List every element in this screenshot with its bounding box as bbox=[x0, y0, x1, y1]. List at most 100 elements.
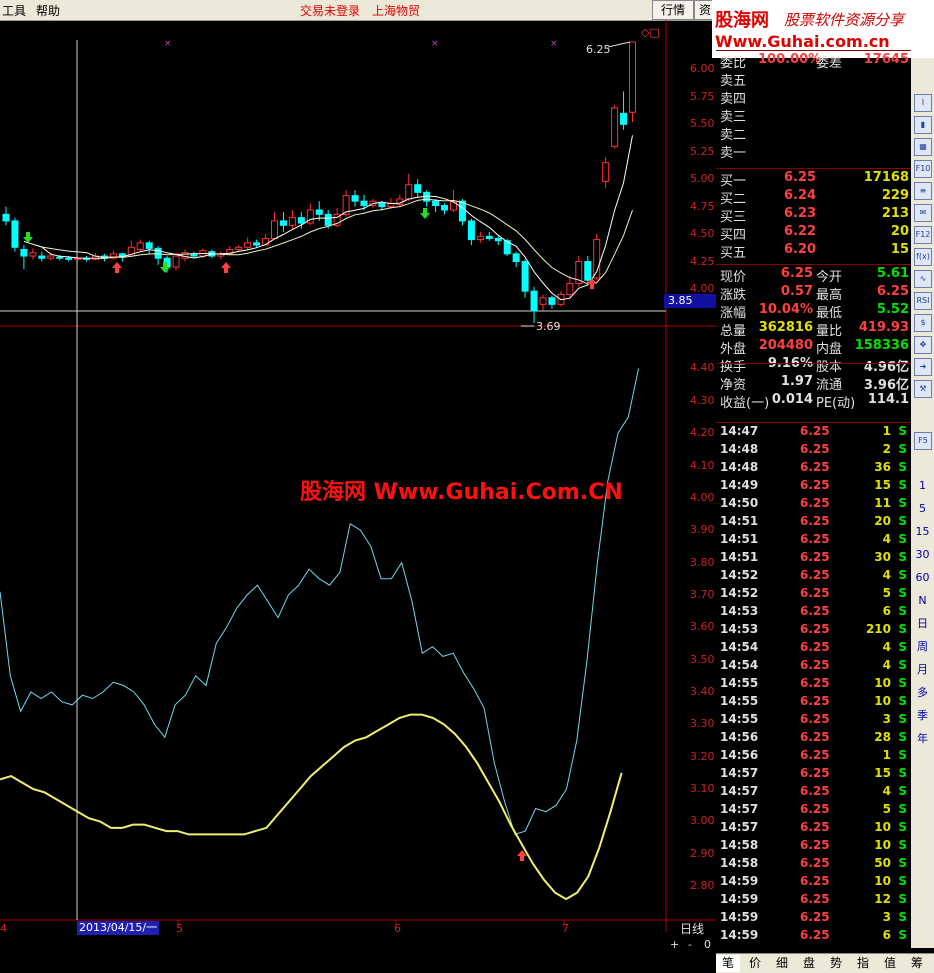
f12-icon[interactable]: F12 bbox=[914, 226, 932, 244]
candle[interactable] bbox=[405, 173, 413, 202]
menu-tools[interactable]: 工具 bbox=[2, 2, 26, 19]
stat-value: 6.25 bbox=[780, 266, 813, 281]
formula-icon[interactable]: f(x) bbox=[914, 248, 932, 266]
tick-volume: 3 bbox=[882, 712, 891, 726]
bottom-tab[interactable]: 细 bbox=[770, 955, 794, 972]
tick-time: 14:58 bbox=[720, 838, 759, 852]
bar-chart-icon[interactable]: ▦ bbox=[914, 138, 932, 156]
candle[interactable] bbox=[145, 240, 153, 254]
buy-arrow-icon bbox=[112, 262, 122, 273]
candle[interactable] bbox=[20, 245, 28, 270]
candle[interactable] bbox=[476, 231, 484, 243]
period-button[interactable]: 周 bbox=[911, 637, 934, 657]
candle[interactable] bbox=[11, 217, 19, 252]
period-button[interactable]: N bbox=[911, 591, 934, 611]
zoom-out-button[interactable]: - bbox=[688, 938, 692, 951]
tick-time: 14:56 bbox=[720, 730, 759, 744]
wave-icon[interactable]: ∿ bbox=[914, 270, 932, 288]
candle[interactable] bbox=[244, 237, 252, 250]
bottom-tab[interactable]: 指 bbox=[851, 955, 875, 972]
login-status[interactable]: 交易未登录 bbox=[300, 2, 360, 19]
f5-button[interactable]: F5 bbox=[914, 432, 932, 450]
reset-button[interactable]: 0 bbox=[704, 938, 711, 951]
candle-icon[interactable]: ▮ bbox=[914, 116, 932, 134]
candle[interactable] bbox=[181, 249, 189, 262]
candle[interactable] bbox=[38, 251, 46, 262]
bottom-tab[interactable]: 势 bbox=[824, 955, 848, 972]
candle[interactable] bbox=[271, 212, 278, 240]
period-button[interactable]: 多 bbox=[911, 683, 934, 703]
candle[interactable] bbox=[629, 41, 636, 123]
stat-label: 流通 bbox=[816, 378, 843, 393]
candle[interactable] bbox=[74, 256, 82, 262]
candle[interactable] bbox=[136, 239, 144, 252]
tick-side: S bbox=[898, 568, 907, 582]
tick-row: 14:57 6.25 15 S bbox=[716, 766, 911, 784]
tick-time: 14:59 bbox=[720, 928, 759, 942]
candle[interactable] bbox=[342, 190, 350, 217]
candle[interactable] bbox=[288, 209, 296, 229]
period-button[interactable]: 30 bbox=[911, 545, 934, 565]
candle[interactable] bbox=[441, 203, 449, 215]
rsi-indicator-icon[interactable]: RSI bbox=[914, 292, 932, 310]
indicator-yellow-line bbox=[0, 713, 623, 901]
dollar-icon[interactable]: $ bbox=[914, 314, 932, 332]
notes-icon[interactable]: ≡ bbox=[914, 182, 932, 200]
period-button[interactable]: 年 bbox=[911, 729, 934, 749]
period-label[interactable]: 日线 bbox=[680, 920, 704, 937]
zoom-in-button[interactable]: + bbox=[670, 938, 679, 951]
candle[interactable] bbox=[467, 218, 475, 246]
bottom-tab[interactable]: 笔 bbox=[716, 955, 740, 972]
period-button[interactable]: 5 bbox=[911, 499, 934, 519]
candle[interactable] bbox=[154, 246, 162, 265]
candle[interactable] bbox=[485, 231, 493, 241]
candle[interactable] bbox=[548, 295, 556, 309]
candle[interactable] bbox=[503, 238, 511, 257]
candle[interactable] bbox=[279, 212, 287, 232]
period-button[interactable]: 季 bbox=[911, 706, 934, 726]
candle[interactable] bbox=[253, 239, 261, 248]
candle[interactable] bbox=[29, 248, 37, 260]
candle[interactable] bbox=[521, 259, 529, 298]
f10-icon[interactable]: F10 bbox=[914, 160, 932, 178]
candle[interactable] bbox=[566, 275, 574, 298]
tools-icon[interactable]: ⚒ bbox=[914, 380, 932, 398]
menu-help[interactable]: 帮助 bbox=[36, 2, 60, 19]
candle[interactable] bbox=[539, 294, 547, 311]
quote-button[interactable]: 行情 bbox=[652, 0, 694, 20]
arrow-icon[interactable]: ➜ bbox=[914, 358, 932, 376]
candle[interactable] bbox=[584, 256, 592, 284]
period-button[interactable]: 1 bbox=[911, 476, 934, 496]
bottom-tab[interactable]: 价 bbox=[743, 955, 767, 972]
period-button[interactable]: 60 bbox=[911, 568, 934, 588]
period-button[interactable]: 月 bbox=[911, 660, 934, 680]
candle[interactable] bbox=[109, 250, 117, 260]
candle[interactable] bbox=[593, 234, 601, 281]
tick-side: S bbox=[898, 604, 907, 618]
candle[interactable] bbox=[217, 251, 225, 260]
candle[interactable] bbox=[611, 104, 619, 149]
candle[interactable] bbox=[414, 179, 422, 197]
candle[interactable] bbox=[432, 198, 440, 213]
bottom-tab[interactable]: 筹 bbox=[905, 955, 929, 972]
candle[interactable] bbox=[396, 194, 404, 207]
bottom-tab[interactable]: 盘 bbox=[797, 955, 821, 972]
candle[interactable] bbox=[423, 190, 431, 207]
candle[interactable] bbox=[494, 236, 502, 246]
nav-diamond-icon[interactable]: ◇□ bbox=[641, 26, 660, 39]
candle[interactable] bbox=[351, 190, 359, 207]
candle[interactable] bbox=[620, 91, 628, 130]
candle[interactable] bbox=[306, 203, 314, 226]
bottom-tab[interactable]: 值 bbox=[878, 955, 902, 972]
period-button[interactable]: 15 bbox=[911, 522, 934, 542]
period-button[interactable]: 日 bbox=[911, 614, 934, 634]
candle[interactable] bbox=[530, 286, 538, 323]
candle[interactable] bbox=[512, 251, 520, 268]
candle[interactable] bbox=[602, 157, 610, 188]
candle[interactable] bbox=[2, 206, 10, 226]
move-icon[interactable]: ✥ bbox=[914, 336, 932, 354]
candle[interactable] bbox=[83, 256, 91, 262]
candle[interactable] bbox=[575, 256, 583, 287]
news-icon[interactable]: ✉ bbox=[914, 204, 932, 222]
chart-line-icon[interactable]: ⌇ bbox=[914, 94, 932, 112]
